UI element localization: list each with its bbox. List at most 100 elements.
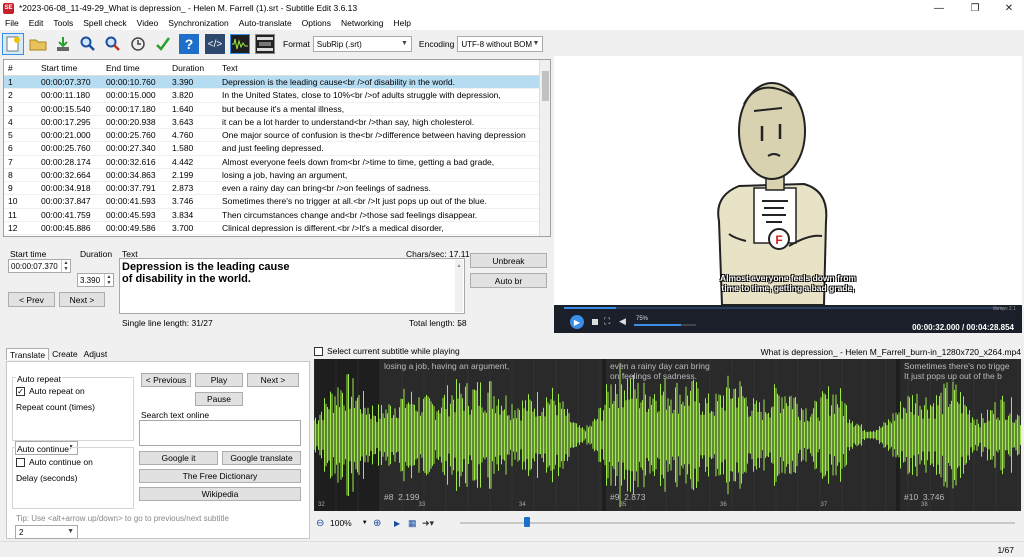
menu-edit[interactable]: Edit xyxy=(24,18,49,28)
google-translate-button[interactable]: Google translate xyxy=(222,451,301,465)
zoom-in-icon[interactable]: ⊕ xyxy=(373,518,381,529)
auto-continue-on-checkbox[interactable]: Auto continue on xyxy=(16,457,93,467)
minimize-icon[interactable]: — xyxy=(922,0,956,16)
column-header-duration[interactable]: Duration xyxy=(168,63,218,73)
volume-icon[interactable]: ◀ xyxy=(619,316,626,327)
table-row[interactable]: 2 00:00:11.180 00:00:15.000 3.820 In the Uni… xyxy=(4,89,550,103)
video-progress-bar[interactable] xyxy=(564,307,1004,309)
table-cell: 4 xyxy=(8,116,13,127)
column-header-start[interactable]: Start time xyxy=(37,63,102,73)
table-row[interactable]: 8 00:00:32.664 00:00:34.863 2.199 losing a j… xyxy=(4,169,550,182)
table-row[interactable]: 4 00:00:17.295 00:00:20.938 3.643 it can be … xyxy=(4,116,550,129)
table-row[interactable]: 6 00:00:25.760 00:00:27.340 1.580 and just f… xyxy=(4,142,550,156)
replace-icon[interactable] xyxy=(102,33,124,55)
zoom-select[interactable]: 100% ▼ xyxy=(330,518,368,528)
fullscreen-icon[interactable]: ⛶ xyxy=(604,316,610,327)
time-tick: 38 xyxy=(921,502,928,508)
pause-button[interactable]: Pause xyxy=(195,392,243,406)
search-online-label: Search text online xyxy=(141,410,210,420)
select-while-playing-checkbox[interactable]: Select current subtitle while playing xyxy=(314,346,460,356)
video-player[interactable]: F Almost everyone feels down from time t… xyxy=(554,56,1022,306)
slider-thumb[interactable] xyxy=(524,517,530,527)
play-icon[interactable]: ▶ xyxy=(570,315,584,329)
arrows-icon[interactable]: ➜▾ xyxy=(422,518,434,529)
spell-check-icon[interactable] xyxy=(152,33,174,55)
next-subtitle-button[interactable]: Next > xyxy=(247,373,299,387)
table-row[interactable]: 9 00:00:34.918 00:00:37.791 2.873 even a rai… xyxy=(4,182,550,196)
google-it-button[interactable]: Google it xyxy=(139,451,218,465)
menu-networking[interactable]: Networking xyxy=(336,18,389,28)
spin-arrows-icon[interactable]: ▲ ▼ xyxy=(61,260,70,272)
search-online-input[interactable] xyxy=(139,420,301,446)
tab-translate[interactable]: Translate xyxy=(6,348,50,360)
subtitle-grid[interactable]: # Start time End time Duration Text 1 00:… xyxy=(3,59,551,237)
waveform-position-slider[interactable] xyxy=(460,522,1015,524)
grid-scrollbar[interactable] xyxy=(539,60,550,236)
prev-button[interactable]: < Prev xyxy=(8,292,55,307)
menu-tools[interactable]: Tools xyxy=(48,18,78,28)
play-selection-icon[interactable]: ▶ xyxy=(394,519,400,528)
table-cell: 00:00:11.180 xyxy=(41,90,90,101)
table-row[interactable]: 7 00:00:28.174 00:00:32.616 4.442 Almost eve… xyxy=(4,156,550,169)
table-cell: In the United States, close to 10%<br />… xyxy=(222,90,501,101)
volume-slider[interactable] xyxy=(634,324,696,326)
column-header-number[interactable]: # xyxy=(4,63,37,73)
encoding-select[interactable]: UTF-8 without BOM ▼ xyxy=(457,36,544,52)
free-dictionary-button[interactable]: The Free Dictionary xyxy=(139,469,301,483)
column-header-end[interactable]: End time xyxy=(102,63,168,73)
help-icon[interactable]: ? xyxy=(177,33,201,55)
menu-video[interactable]: Video xyxy=(132,18,164,28)
table-cell: 6 xyxy=(8,143,13,154)
source-view-icon[interactable]: </> xyxy=(204,33,226,55)
play-button[interactable]: Play xyxy=(195,373,243,387)
editor-scrollbar[interactable]: ▲ ▼ xyxy=(455,260,463,329)
previous-button[interactable]: < Previous xyxy=(141,373,191,387)
subtitle-text-editor[interactable]: Depression is the leading cause of disab… xyxy=(119,258,465,329)
menu-file[interactable]: File xyxy=(0,18,24,28)
unbreak-button[interactable]: Unbreak xyxy=(470,253,547,268)
new-file-icon[interactable] xyxy=(2,33,24,55)
menu-help[interactable]: Help xyxy=(389,18,416,28)
find-icon[interactable] xyxy=(77,33,99,55)
next-button[interactable]: Next > xyxy=(59,292,105,307)
table-cell: 2.199 xyxy=(172,169,194,180)
table-row[interactable]: 11 00:00:41.759 00:00:45.593 3.834 Then circ… xyxy=(4,209,550,222)
app-icon: SE xyxy=(3,2,14,14)
maximize-icon[interactable]: ❐ xyxy=(958,0,992,16)
table-row[interactable]: 10 00:00:37.847 00:00:41.593 3.746 Sometimes… xyxy=(4,195,550,209)
stop-icon[interactable] xyxy=(592,319,598,325)
wikipedia-button[interactable]: Wikipedia xyxy=(139,487,301,501)
menu-auto-translate[interactable]: Auto-translate xyxy=(234,18,297,28)
auto-br-button[interactable]: Auto br xyxy=(470,273,547,288)
duration-input[interactable]: 3.390 ▲ ▼ xyxy=(77,273,114,287)
table-row[interactable]: 12 00:00:45.886 00:00:49.586 3.700 Clinical … xyxy=(4,222,550,235)
menu-synchronization[interactable]: Synchronization xyxy=(163,18,233,28)
column-header-text[interactable]: Text xyxy=(218,63,538,73)
save-icon[interactable] xyxy=(52,33,74,55)
volume-value: 75% xyxy=(636,316,649,322)
menu-options[interactable]: Options xyxy=(297,18,336,28)
table-cell: 2.873 xyxy=(172,183,194,194)
video-toggle-icon[interactable] xyxy=(254,33,276,55)
table-row[interactable]: 3 00:00:15.540 00:00:17.180 1.640 but becaus… xyxy=(4,103,550,116)
waveform-panel[interactable]: losing a job, having an argument, even a… xyxy=(314,359,1021,511)
scrollbar-thumb[interactable] xyxy=(542,71,549,101)
delay-select[interactable]: 2 ▼ xyxy=(15,525,78,539)
close-icon[interactable]: ✕ xyxy=(992,0,1024,16)
zoom-out-icon[interactable]: ⊖ xyxy=(316,518,324,529)
format-select[interactable]: SubRip (.srt) ▼ xyxy=(312,36,412,52)
single-line-length: Single line length: 31/27 xyxy=(122,318,213,328)
table-row[interactable]: 1 00:00:07.370 00:00:10.760 3.390 Depression… xyxy=(4,76,550,90)
spin-arrows-icon[interactable]: ▲ ▼ xyxy=(104,274,113,286)
tab-adjust[interactable]: Adjust xyxy=(81,348,111,360)
grid-view-icon[interactable]: ▦ xyxy=(408,518,417,529)
open-folder-icon[interactable] xyxy=(27,33,49,55)
auto-repeat-label: Auto repeat xyxy=(16,374,62,384)
visual-sync-icon[interactable] xyxy=(127,33,149,55)
start-time-input[interactable]: 00:00:07.370 ▲ ▼ xyxy=(8,259,71,273)
menu-spell-check[interactable]: Spell check xyxy=(78,18,131,28)
waveform-toggle-icon[interactable] xyxy=(229,33,251,55)
table-row[interactable]: 5 00:00:21.000 00:00:25.760 4.760 One major … xyxy=(4,129,550,143)
tab-create[interactable]: Create xyxy=(49,348,81,360)
auto-repeat-on-checkbox[interactable]: ✓ Auto repeat on xyxy=(16,386,85,396)
